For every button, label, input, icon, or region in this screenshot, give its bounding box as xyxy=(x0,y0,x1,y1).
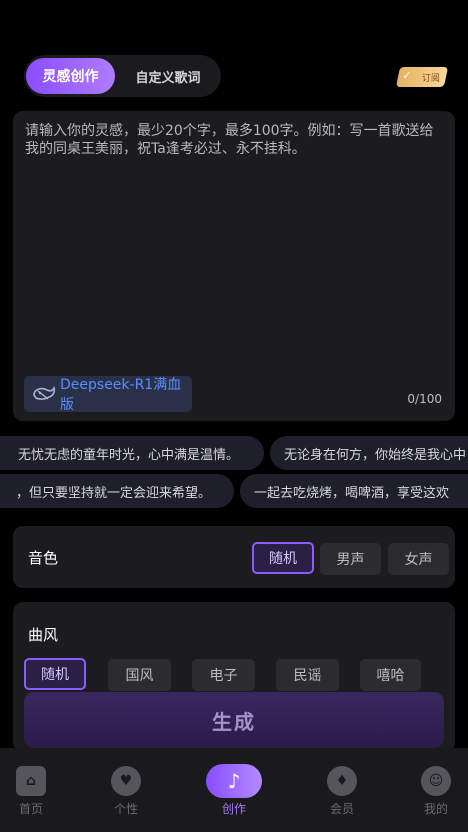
voice-option-random[interactable]: 随机 xyxy=(252,542,314,574)
model-label: Deepseek-R1满血版 xyxy=(60,377,182,413)
inspiration-chip[interactable]: 无论身在何方，你始终是我心中 xyxy=(270,436,468,470)
style-option-electronic[interactable]: 电子 xyxy=(192,659,255,691)
tab-custom-lyrics[interactable]: 自定义歌词 xyxy=(121,58,215,94)
tab-inspiration[interactable]: 灵感创作 xyxy=(26,58,115,94)
inspiration-chip[interactable]: 一起去吃烧烤，喝啤酒，享受这欢 xyxy=(240,474,468,508)
char-counter: 0/100 xyxy=(407,392,442,406)
tab-home[interactable]: ⌂ 首页 xyxy=(0,766,71,817)
tab-member[interactable]: ♦ 会员 xyxy=(302,766,382,817)
tab-me[interactable]: ☺ 我的 xyxy=(396,766,468,817)
voice-option-female[interactable]: 女声 xyxy=(388,543,449,575)
tab-label: 创作 xyxy=(221,802,246,816)
tab-create[interactable]: ♪ 创作 xyxy=(194,764,274,817)
style-title: 曲风 xyxy=(28,626,59,644)
tab-personal[interactable]: ♥ 个性 xyxy=(86,766,166,817)
tab-label: 会员 xyxy=(329,802,354,816)
home-icon: ⌂ xyxy=(16,766,46,796)
style-option-random[interactable]: 随机 xyxy=(24,658,86,690)
prompt-placeholder[interactable]: 请输入你的灵感，最少20个字，最多100字。例如：写一首歌送给我的同桌王美丽，祝… xyxy=(25,122,445,158)
tab-label: 首页 xyxy=(18,802,43,816)
subscribe-button[interactable]: ✓ 订阅 xyxy=(395,67,449,87)
inspiration-chip[interactable]: ，但只要坚持就一定会迎来希望。 xyxy=(0,474,234,508)
model-badge[interactable]: Deepseek-R1满血版 xyxy=(24,376,192,413)
inspiration-chip[interactable]: 无忧无虑的童年时光，心中满是温情。 xyxy=(0,436,264,470)
subscribe-label: 订阅 xyxy=(421,73,440,84)
generate-button[interactable]: 生成 xyxy=(24,692,444,748)
music-note-icon: ♪ xyxy=(206,764,262,798)
voice-option-male[interactable]: 男声 xyxy=(320,543,381,575)
heart-icon: ♥ xyxy=(111,766,141,796)
check-icon: ✓ xyxy=(402,69,412,82)
whale-icon xyxy=(32,385,56,403)
tab-label: 个性 xyxy=(113,802,138,816)
voice-title: 音色 xyxy=(28,549,59,567)
face-icon: ☺ xyxy=(421,766,451,796)
style-option-guofeng[interactable]: 国风 xyxy=(108,659,171,691)
tab-label: 我的 xyxy=(423,802,448,816)
style-option-folk[interactable]: 民谣 xyxy=(276,659,339,691)
style-option-hiphop[interactable]: 嘻哈 xyxy=(360,659,421,691)
diamond-heart-icon: ♦ xyxy=(327,766,357,796)
